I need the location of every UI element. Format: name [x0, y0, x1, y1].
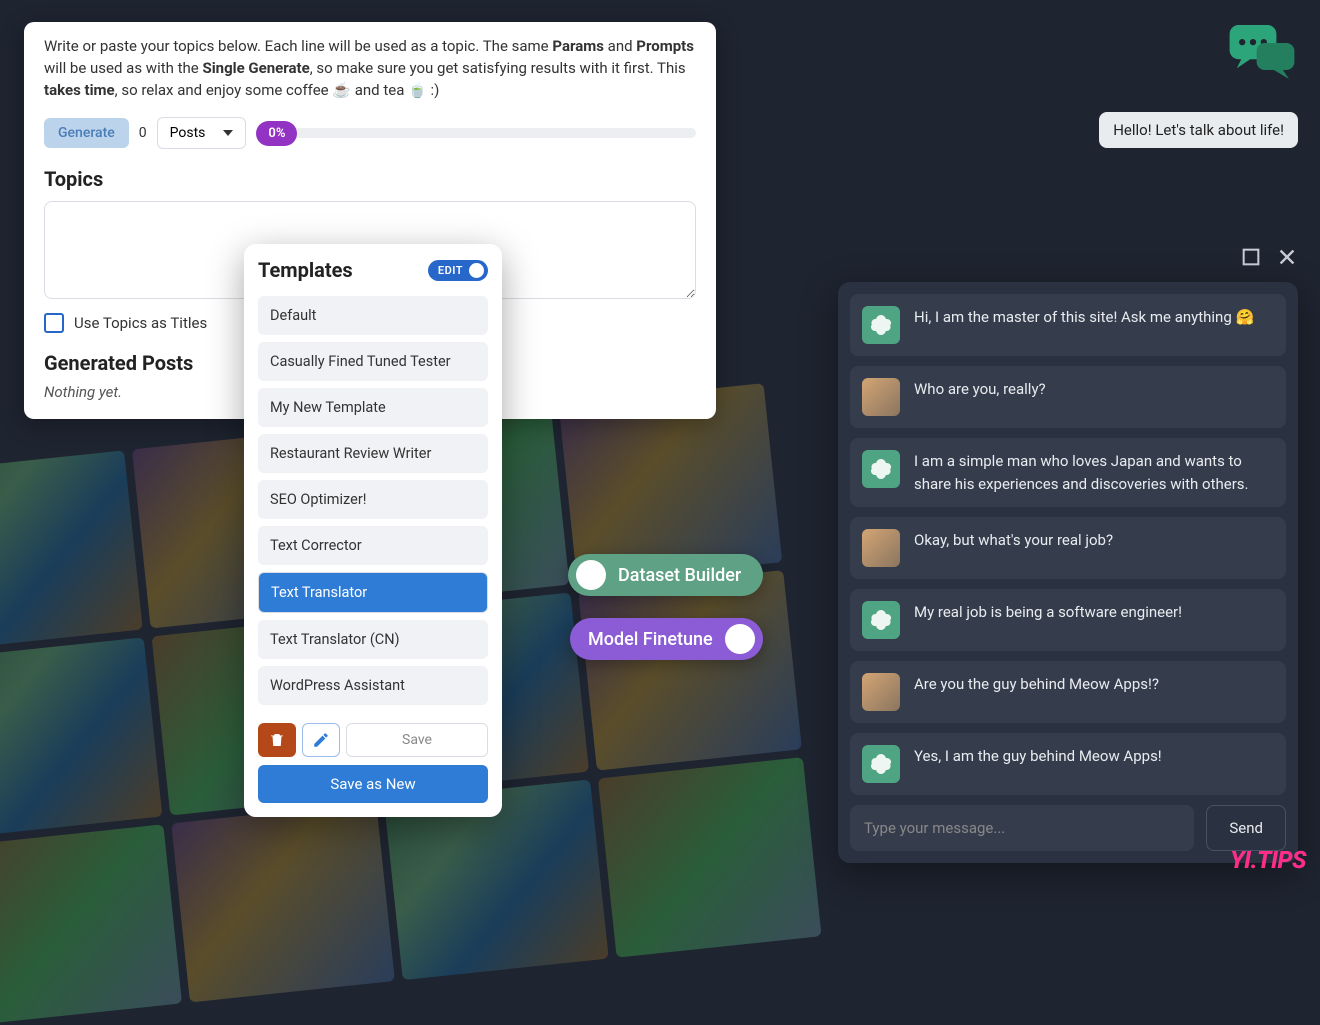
pill-label: Model Finetune — [588, 629, 713, 650]
close-icon[interactable] — [1276, 246, 1298, 268]
template-item[interactable]: Text Corrector — [258, 526, 488, 565]
trash-icon — [268, 731, 286, 749]
chat-message: Hi, I am the master of this site! Ask me… — [850, 294, 1286, 356]
post-type-select[interactable]: Posts — [157, 117, 247, 149]
user-avatar — [862, 673, 900, 711]
model-finetune-pill[interactable]: Model Finetune — [570, 618, 763, 660]
template-item[interactable]: Text Translator — [258, 572, 488, 613]
use-titles-checkbox[interactable] — [44, 313, 64, 333]
ai-avatar — [862, 601, 900, 639]
template-item[interactable]: Restaurant Review Writer — [258, 434, 488, 473]
save-as-new-button[interactable]: Save as New — [258, 765, 488, 803]
progress-value: 0% — [256, 121, 297, 146]
chat-message: I am a simple man who loves Japan and wa… — [850, 438, 1286, 507]
chat-input[interactable] — [850, 805, 1194, 851]
template-item[interactable]: Text Translator (CN) — [258, 620, 488, 659]
topic-count: 0 — [139, 125, 147, 141]
message-text: Hi, I am the master of this site! Ask me… — [914, 306, 1254, 329]
template-item[interactable]: My New Template — [258, 388, 488, 427]
template-item[interactable]: SEO Optimizer! — [258, 480, 488, 519]
template-item[interactable]: WordPress Assistant — [258, 666, 488, 705]
ai-avatar — [862, 450, 900, 488]
generate-button[interactable]: Generate — [44, 118, 129, 148]
templates-heading: Templates — [258, 258, 353, 282]
chat-panel: Hi, I am the master of this site! Ask me… — [838, 282, 1298, 863]
edit-button[interactable] — [302, 723, 340, 757]
save-button[interactable]: Save — [346, 723, 488, 757]
progress-bar: 0% — [256, 121, 696, 146]
maximize-icon[interactable] — [1240, 246, 1262, 268]
edit-toggle[interactable]: EDIT — [428, 260, 488, 281]
chat-launcher-icon[interactable] — [1226, 20, 1298, 84]
template-item[interactable]: Casually Fined Tuned Tester — [258, 342, 488, 381]
chat-message: Okay, but what's your real job? — [850, 517, 1286, 579]
send-button[interactable]: Send — [1206, 805, 1286, 851]
chat-message: My real job is being a software engineer… — [850, 589, 1286, 651]
watermark: YI.TIPS — [1230, 846, 1306, 874]
use-titles-label: Use Topics as Titles — [74, 314, 207, 332]
chat-bubbles-icon — [1226, 20, 1298, 84]
delete-button[interactable] — [258, 723, 296, 757]
ai-avatar — [862, 306, 900, 344]
topics-heading: Topics — [44, 167, 696, 191]
user-avatar — [862, 529, 900, 567]
edit-toggle-label: EDIT — [438, 264, 463, 277]
chevron-down-icon — [223, 130, 233, 136]
message-text: My real job is being a software engineer… — [914, 601, 1182, 624]
templates-card: Templates EDIT Default Casually Fined Tun… — [244, 244, 502, 817]
chat-message: Yes, I am the guy behind Meow Apps! — [850, 733, 1286, 795]
message-text: I am a simple man who loves Japan and wa… — [914, 450, 1274, 495]
chat-message: Are you the guy behind Meow Apps!? — [850, 661, 1286, 723]
message-text: Yes, I am the guy behind Meow Apps! — [914, 745, 1162, 768]
message-text: Okay, but what's your real job? — [914, 529, 1113, 552]
message-text: Who are you, really? — [914, 378, 1046, 401]
pill-label: Dataset Builder — [618, 565, 741, 586]
greeting-bubble: Hello! Let's talk about life! — [1099, 112, 1298, 148]
select-value: Posts — [170, 125, 206, 141]
pill-dot — [576, 560, 606, 590]
ai-avatar — [862, 745, 900, 783]
template-item[interactable]: Default — [258, 296, 488, 335]
toggle-knob — [469, 263, 484, 278]
message-text: Are you the guy behind Meow Apps!? — [914, 673, 1159, 696]
user-avatar — [862, 378, 900, 416]
bulk-description: Write or paste your topics below. Each l… — [44, 36, 696, 101]
dataset-builder-pill[interactable]: Dataset Builder — [568, 554, 763, 596]
pill-dot — [725, 624, 755, 654]
pencil-icon — [312, 731, 330, 749]
chat-message: Who are you, really? — [850, 366, 1286, 428]
